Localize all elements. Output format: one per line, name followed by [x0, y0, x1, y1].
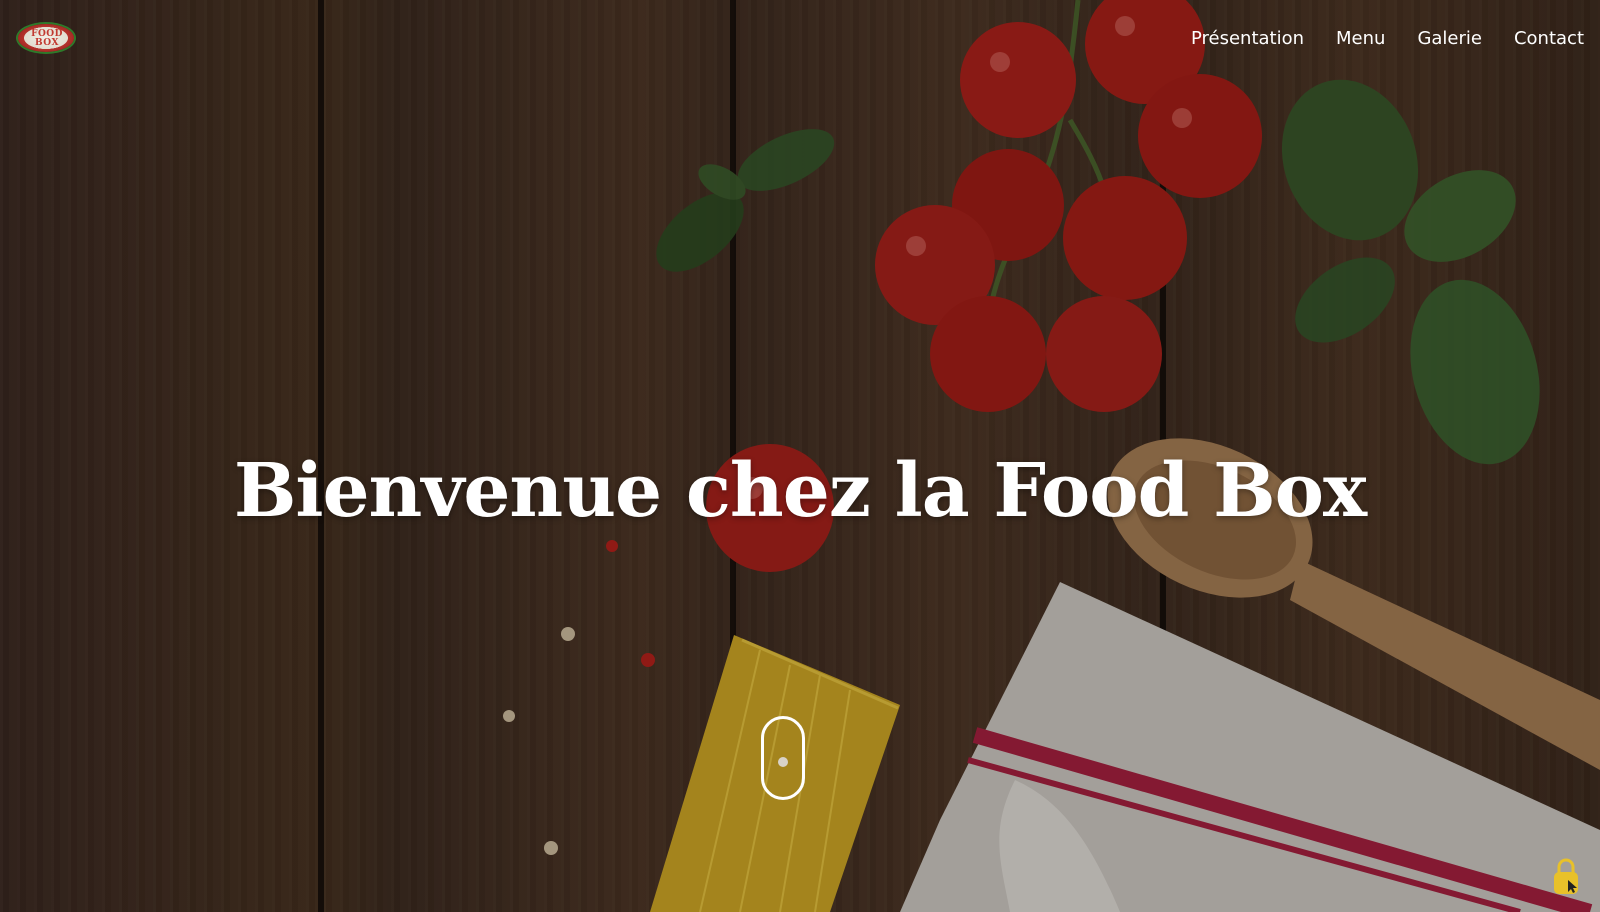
- nav-link-presentation[interactable]: Présentation: [1191, 28, 1304, 49]
- logo-text: FOOD BOX: [31, 29, 63, 48]
- food-box-logo[interactable]: FOOD BOX: [18, 24, 74, 52]
- nav-link-contact[interactable]: Contact: [1514, 28, 1584, 49]
- hero-title: Bienvenue chez la Food Box: [233, 447, 1367, 534]
- main-nav: Présentation Menu Galerie Contact: [1191, 28, 1584, 49]
- nav-link-menu[interactable]: Menu: [1336, 28, 1385, 49]
- lock-icon[interactable]: [1550, 856, 1582, 896]
- scroll-mouse-icon[interactable]: [761, 716, 805, 800]
- nav-link-galerie[interactable]: Galerie: [1417, 28, 1482, 49]
- scroll-wheel-dot: [778, 757, 788, 767]
